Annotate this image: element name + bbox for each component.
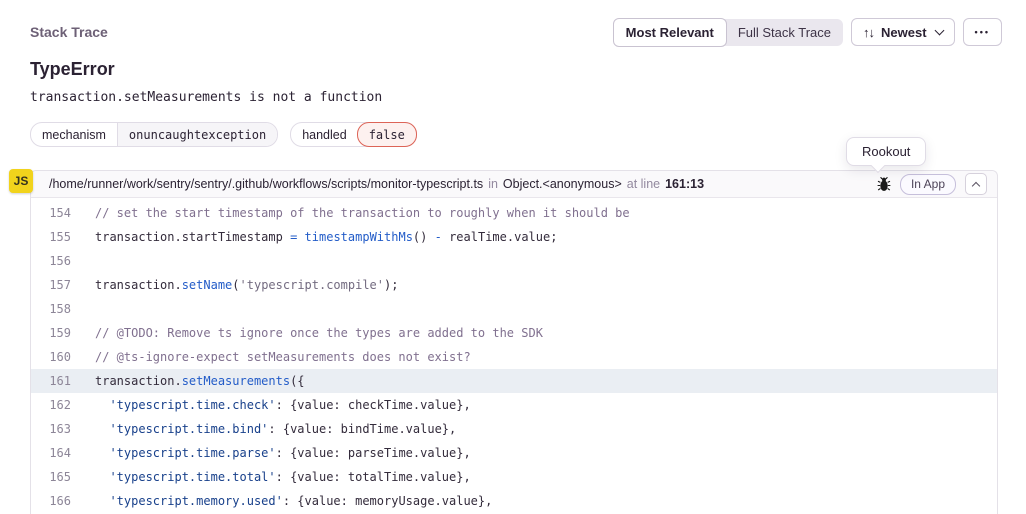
in-word: in xyxy=(488,177,498,191)
frame-header-right: In App xyxy=(877,173,987,195)
frame-header[interactable]: /home/runner/work/sentry/sentry/.github/… xyxy=(31,171,997,198)
section-title: Stack Trace xyxy=(30,18,108,40)
chevron-down-icon xyxy=(934,25,944,35)
tag-key: handled xyxy=(291,123,358,146)
exception-header: Stack Trace Most RelevantFull Stack Trac… xyxy=(0,0,1026,147)
collapse-frame-button[interactable] xyxy=(965,173,987,195)
file-path: /home/runner/work/sentry/sentry/.github/… xyxy=(49,177,483,191)
code-text: transaction.setMeasurements({ xyxy=(71,374,305,388)
chevron-up-icon xyxy=(972,181,980,189)
sort-newest-button[interactable]: ↑↓ Newest xyxy=(851,18,955,46)
line-number: 157 xyxy=(31,278,71,292)
code-text: // @TODO: Remove ts ignore once the type… xyxy=(71,326,543,340)
tag-key: mechanism xyxy=(31,123,117,146)
line-column-ref: 161:13 xyxy=(665,177,704,191)
code-text: 'typescript.time.check': {value: checkTi… xyxy=(71,398,471,412)
frame-scope: Object.<anonymous> xyxy=(503,177,622,191)
line-number: 156 xyxy=(31,254,71,268)
frame-location: /home/runner/work/sentry/sentry/.github/… xyxy=(49,177,704,191)
line-number: 162 xyxy=(31,398,71,412)
line-number: 160 xyxy=(31,350,71,364)
code-line-161: 161transaction.setMeasurements({ xyxy=(31,369,997,393)
error-message: transaction.setMeasurements is not a fun… xyxy=(30,90,1002,105)
arrows-up-down-icon: ↑↓ xyxy=(863,25,874,40)
code-line-164: 164 'typescript.time.parse': {value: par… xyxy=(31,441,997,465)
stack-trace-display-toggle: Most RelevantFull Stack Trace xyxy=(614,19,843,46)
tooltip-label: Rookout xyxy=(862,144,910,159)
code-text: 'typescript.memory.used': {value: memory… xyxy=(71,494,492,508)
code-line-154: 154// set the start timestamp of the tra… xyxy=(31,201,997,225)
code-text: transaction.setName('typescript.compile'… xyxy=(71,278,398,292)
rookout-bug-icon[interactable] xyxy=(877,176,891,193)
code-line-162: 162 'typescript.time.check': {value: che… xyxy=(31,393,997,417)
code-line-165: 165 'typescript.time.total': {value: tot… xyxy=(31,465,997,489)
line-number: 161 xyxy=(31,374,71,388)
code-line-155: 155transaction.startTimestamp = timestam… xyxy=(31,225,997,249)
header-controls: Most RelevantFull Stack Trace ↑↓ Newest … xyxy=(614,18,1002,46)
more-options-button[interactable]: ••• xyxy=(963,18,1002,46)
line-number: 164 xyxy=(31,446,71,460)
code-text: 'typescript.time.total': {value: totalTi… xyxy=(71,470,471,484)
error-type-title: TypeError xyxy=(30,59,1002,80)
at-line-words: at line xyxy=(627,177,660,191)
code-line-160: 160// @ts-ignore-expect setMeasurements … xyxy=(31,345,997,369)
platform-javascript-badge: JS xyxy=(9,169,33,193)
code-line-157: 157transaction.setName('typescript.compi… xyxy=(31,273,997,297)
code-line-158: 158 xyxy=(31,297,997,321)
line-number: 166 xyxy=(31,494,71,508)
code-text: transaction.startTimestamp = timestampWi… xyxy=(71,230,557,244)
code-text: 'typescript.time.parse': {value: parseTi… xyxy=(71,446,471,460)
line-number: 155 xyxy=(31,230,71,244)
tag-value: false xyxy=(357,122,417,147)
line-number: 154 xyxy=(31,206,71,220)
code-text: // set the start timestamp of the transa… xyxy=(71,206,630,220)
toggle-full-stack-trace[interactable]: Full Stack Trace xyxy=(726,19,843,46)
sort-label: Newest xyxy=(881,25,927,40)
tag-handled[interactable]: handledfalse xyxy=(290,122,417,147)
rookout-tooltip: Rookout xyxy=(846,137,926,166)
stack-frame: JS /home/runner/work/sentry/sentry/.gith… xyxy=(30,170,998,514)
code-listing: 154// set the start timestamp of the tra… xyxy=(31,198,997,513)
in-app-badge: In App xyxy=(900,174,956,195)
line-number: 165 xyxy=(31,470,71,484)
code-line-166: 166 'typescript.memory.used': {value: me… xyxy=(31,489,997,513)
line-number: 159 xyxy=(31,326,71,340)
tag-value: onuncaughtexception xyxy=(117,123,277,146)
code-line-156: 156 xyxy=(31,249,997,273)
ellipsis-icon: ••• xyxy=(975,27,990,37)
line-number: 158 xyxy=(31,302,71,316)
code-line-163: 163 'typescript.time.bind': {value: bind… xyxy=(31,417,997,441)
code-line-159: 159// @TODO: Remove ts ignore once the t… xyxy=(31,321,997,345)
line-number: 163 xyxy=(31,422,71,436)
code-text: // @ts-ignore-expect setMeasurements doe… xyxy=(71,350,471,364)
code-text: 'typescript.time.bind': {value: bindTime… xyxy=(71,422,456,436)
tag-mechanism[interactable]: mechanismonuncaughtexception xyxy=(30,122,278,147)
toggle-most-relevant[interactable]: Most Relevant xyxy=(613,18,727,47)
